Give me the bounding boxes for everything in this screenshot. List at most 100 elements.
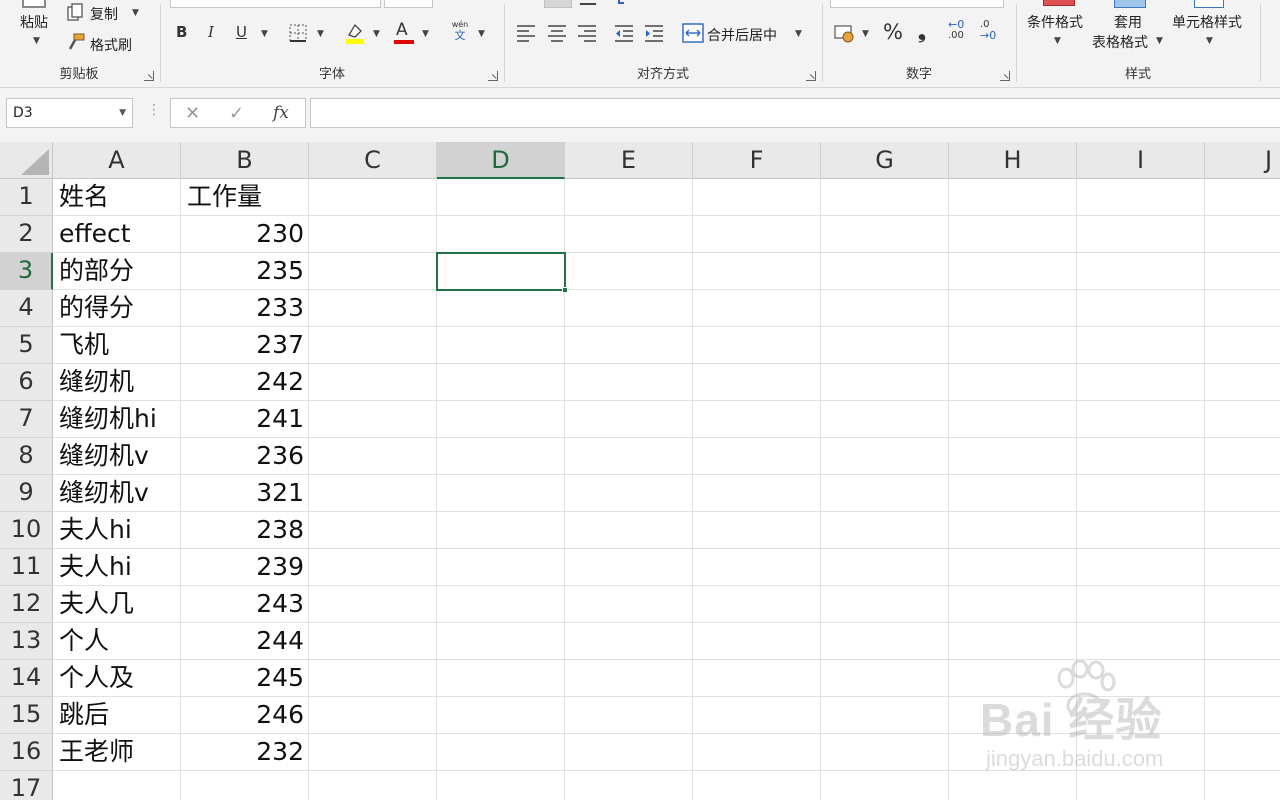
bold-button[interactable]: B	[176, 23, 187, 41]
row-header-11[interactable]: 11	[0, 549, 53, 586]
cell-a7[interactable]: 缝纫机hi	[59, 401, 157, 436]
cell-b2[interactable]: 230	[181, 216, 304, 251]
format-as-table-label[interactable]: 表格格式	[1092, 32, 1148, 52]
copy-button[interactable]: 复制	[90, 4, 118, 24]
row-header-13[interactable]: 13	[0, 623, 53, 660]
column-header-b[interactable]: B	[181, 142, 309, 179]
conditional-format-dropdown-icon[interactable]: ▼	[1054, 36, 1061, 46]
cell-a16[interactable]: 王老师	[59, 734, 134, 769]
column-header-c[interactable]: C	[309, 142, 437, 179]
row-header-5[interactable]: 5	[0, 327, 53, 364]
select-all-button[interactable]	[0, 142, 53, 179]
font-color-button[interactable]: A	[396, 20, 408, 40]
accounting-dropdown-icon[interactable]: ▼	[862, 29, 869, 39]
cell-a14[interactable]: 个人及	[59, 660, 134, 695]
paste-button[interactable]: 粘贴	[20, 12, 48, 32]
row-header-7[interactable]: 7	[0, 401, 53, 438]
column-header-h[interactable]: H	[949, 142, 1077, 179]
cell-a9[interactable]: 缝纫机v	[59, 475, 149, 510]
formula-bar-splitter-icon[interactable]: ⋮	[147, 102, 161, 118]
active-cell-selection[interactable]	[436, 252, 566, 291]
row-header-9[interactable]: 9	[0, 475, 53, 512]
column-header-e[interactable]: E	[565, 142, 693, 179]
phonetic-button[interactable]: wén 文	[450, 20, 470, 46]
cell-styles-button[interactable]: 单元格样式	[1172, 12, 1242, 32]
format-as-table-button[interactable]: 套用	[1114, 12, 1142, 32]
font-size-input[interactable]	[384, 0, 433, 8]
increase-indent-icon[interactable]	[644, 24, 664, 42]
decrease-decimal-button[interactable]: .0 →0	[980, 20, 1004, 46]
alignment-launcher-icon[interactable]	[806, 71, 816, 81]
row-header-1[interactable]: 1	[0, 179, 53, 216]
cell-b7[interactable]: 241	[181, 401, 304, 436]
row-header-4[interactable]: 4	[0, 290, 53, 327]
paste-dropdown-icon[interactable]: ▼	[33, 36, 40, 46]
cell-styles-dropdown-icon[interactable]: ▼	[1206, 36, 1213, 46]
highlight-dropdown-icon[interactable]: ▼	[373, 29, 380, 39]
align-center-icon[interactable]	[547, 24, 567, 42]
row-header-17[interactable]: 17	[0, 771, 53, 800]
row-header-15[interactable]: 15	[0, 697, 53, 734]
orientation-icon[interactable]	[618, 0, 624, 4]
cell-a1[interactable]: 姓名	[59, 179, 109, 214]
conditional-format-button[interactable]: 条件格式	[1027, 12, 1083, 32]
row-header-16[interactable]: 16	[0, 734, 53, 771]
cell-a8[interactable]: 缝纫机v	[59, 438, 149, 473]
font-color-dropdown-icon[interactable]: ▼	[422, 29, 429, 39]
cell-b4[interactable]: 233	[181, 290, 304, 325]
border-dropdown-icon[interactable]: ▼	[317, 29, 324, 39]
border-icon[interactable]	[288, 23, 308, 43]
cancel-entry-button[interactable]: ✕	[185, 103, 200, 124]
highlight-color-icon[interactable]	[344, 21, 366, 45]
row-header-10[interactable]: 10	[0, 512, 53, 549]
cell-b11[interactable]: 239	[181, 549, 304, 584]
row-header-3[interactable]: 3	[0, 253, 53, 290]
italic-button[interactable]: I	[208, 23, 214, 41]
align-left-icon[interactable]	[516, 24, 536, 42]
column-header-j[interactable]: J	[1205, 142, 1280, 179]
cell-a2[interactable]: effect	[59, 216, 131, 251]
column-header-i[interactable]: I	[1077, 142, 1205, 179]
name-box-dropdown-icon[interactable]: ▼	[119, 99, 126, 127]
cell-b13[interactable]: 244	[181, 623, 304, 658]
middle-align-icon[interactable]	[580, 3, 596, 5]
cell-a10[interactable]: 夫人hi	[59, 512, 132, 547]
cell-a3[interactable]: 的部分	[59, 253, 134, 288]
cell-b16[interactable]: 232	[181, 734, 304, 769]
align-right-icon[interactable]	[577, 24, 597, 42]
cell-a12[interactable]: 夫人几	[59, 586, 134, 621]
format-as-table-dropdown-icon[interactable]: ▼	[1156, 36, 1163, 46]
confirm-entry-button[interactable]: ✓	[229, 103, 244, 124]
format-painter-button[interactable]: 格式刷	[90, 35, 132, 55]
merge-dropdown-icon[interactable]: ▼	[795, 29, 802, 39]
clipboard-launcher-icon[interactable]	[144, 71, 154, 81]
font-name-input[interactable]	[170, 0, 381, 8]
number-format-input[interactable]	[830, 0, 1004, 8]
cell-a13[interactable]: 个人	[59, 623, 109, 658]
cell-b6[interactable]: 242	[181, 364, 304, 399]
phonetic-dropdown-icon[interactable]: ▼	[478, 29, 485, 39]
accounting-format-icon[interactable]	[834, 23, 856, 43]
number-launcher-icon[interactable]	[1000, 71, 1010, 81]
cell-a4[interactable]: 的得分	[59, 290, 134, 325]
row-header-12[interactable]: 12	[0, 586, 53, 623]
cell-a11[interactable]: 夫人hi	[59, 549, 132, 584]
insert-function-button[interactable]: fx	[273, 103, 289, 123]
column-header-a[interactable]: A	[53, 142, 181, 179]
cell-b3[interactable]: 235	[181, 253, 304, 288]
merge-center-button[interactable]: 合并后居中	[707, 25, 777, 45]
formula-input[interactable]	[310, 98, 1280, 128]
column-header-d[interactable]: D	[437, 142, 565, 179]
column-header-g[interactable]: G	[821, 142, 949, 179]
row-header-14[interactable]: 14	[0, 660, 53, 697]
cell-b5[interactable]: 237	[181, 327, 304, 362]
font-launcher-icon[interactable]	[488, 71, 498, 81]
underline-button[interactable]: U	[236, 23, 247, 41]
cell-b1[interactable]: 工作量	[187, 179, 375, 214]
cell-b8[interactable]: 236	[181, 438, 304, 473]
row-header-6[interactable]: 6	[0, 364, 53, 401]
row-header-2[interactable]: 2	[0, 216, 53, 253]
cell-b9[interactable]: 321	[181, 475, 304, 510]
cell-b12[interactable]: 243	[181, 586, 304, 621]
top-align-button[interactable]	[544, 0, 572, 8]
